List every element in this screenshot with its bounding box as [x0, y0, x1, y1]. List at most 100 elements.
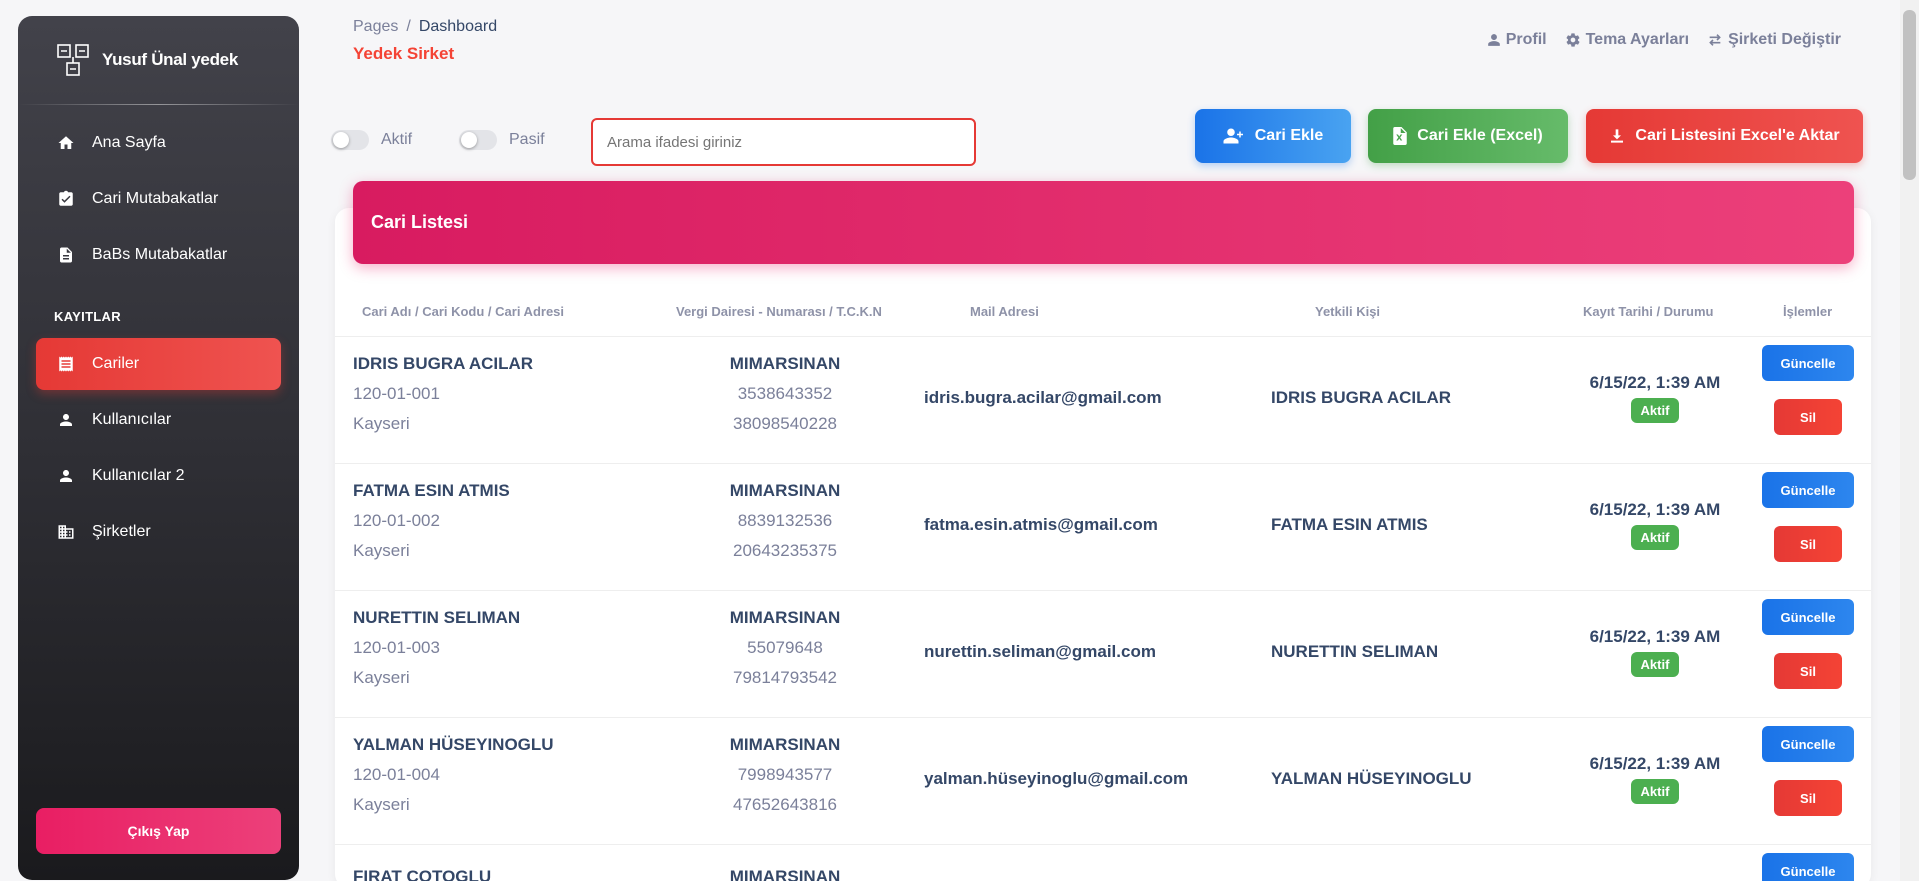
table-row: NURETTIN SELIMAN 120-01-003 Kayseri MIMA…	[335, 590, 1871, 717]
cari-name: FATMA ESIN ATMIS	[353, 481, 510, 500]
sidebar-item-sirketler[interactable]: Şirketler	[36, 506, 281, 558]
breadcrumb: Pages / Dashboard	[353, 18, 497, 36]
passive-toggle[interactable]: Pasif	[459, 130, 545, 150]
export-excel-button[interactable]: Cari Listesini Excel'e Aktar	[1586, 109, 1863, 163]
update-button[interactable]: Güncelle	[1762, 599, 1854, 635]
page-scrollbar[interactable]	[1900, 0, 1919, 881]
status-badge: Aktif	[1630, 779, 1680, 804]
registration-date: 6/15/22, 1:39 AM	[1589, 373, 1721, 392]
add-cari-button[interactable]: Cari Ekle	[1195, 109, 1351, 163]
sidebar-item-label: Kullanıcılar	[92, 411, 172, 428]
sidebar: Yusuf Ünal yedek Ana Sayfa Cari Mutabaka…	[18, 16, 299, 880]
sidebar-item-ana-sayfa[interactable]: Ana Sayfa	[36, 117, 281, 169]
add-cari-excel-label: Cari Ekle (Excel)	[1417, 127, 1543, 144]
mail-address: yalman.hüseyinoglu@gmail.com	[924, 769, 1189, 788]
active-switch[interactable]	[331, 130, 369, 150]
card-header: Cari Listesi	[353, 181, 1854, 264]
update-button[interactable]: Güncelle	[1762, 345, 1854, 381]
cari-info: YALMAN HÜSEYINOGLU 120-01-004 Kayseri	[353, 730, 554, 820]
cari-info: FATMA ESIN ATMIS 120-01-002 Kayseri	[353, 476, 510, 566]
contact-person: NURETTIN SELIMAN	[1271, 642, 1439, 661]
swap-arrows-icon	[1709, 34, 1721, 46]
sidebar-item-babs-mutabakatlar[interactable]: BaBs Mutabakatlar	[36, 229, 281, 281]
tax-info: MIMARSINAN 3538643352 38098540228	[675, 349, 895, 439]
tckn: 38098540228	[732, 414, 837, 433]
brand-name: Yusuf Ünal yedek	[102, 50, 238, 69]
sidebar-item-label: Cari Mutabakatlar	[92, 190, 219, 207]
user-icon	[56, 466, 76, 486]
user-icon	[1487, 34, 1500, 46]
tax-info: MIMARSINAN 8839132536 20643235375	[675, 476, 895, 566]
breadcrumb-separator: /	[406, 18, 411, 35]
building-icon	[56, 522, 76, 542]
add-cari-excel-button[interactable]: Cari Ekle (Excel)	[1368, 109, 1568, 163]
date-status: 6/15/22, 1:39 AM Aktif	[1555, 500, 1755, 550]
sidebar-item-label: BaBs Mutabakatlar	[92, 246, 228, 263]
update-button[interactable]: Güncelle	[1762, 853, 1854, 881]
profile-link[interactable]: Profil	[1487, 31, 1547, 49]
sidebar-item-label: Şirketler	[92, 523, 151, 540]
table-row: YALMAN HÜSEYINOGLU 120-01-004 Kayseri MI…	[335, 717, 1871, 844]
tax-info: MIMARSINAN 55079648 79814793542	[675, 603, 895, 693]
profile-link-label: Profil	[1505, 31, 1547, 48]
contact-person: YALMAN HÜSEYINOGLU	[1271, 769, 1472, 788]
document-icon	[56, 245, 76, 265]
tckn: 79814793542	[732, 668, 837, 687]
cari-address: Kayseri	[353, 414, 410, 433]
status-badge: Aktif	[1630, 398, 1680, 423]
cari-address: Kayseri	[353, 795, 410, 814]
clipboard-check-icon	[56, 189, 76, 209]
theme-settings-link[interactable]: Tema Ayarları	[1565, 31, 1689, 49]
scrollbar-thumb[interactable]	[1903, 10, 1916, 180]
column-header-mail: Mail Adresi	[970, 304, 1039, 319]
column-header-name: Cari Adı / Cari Kodu / Cari Adresi	[362, 304, 565, 319]
breadcrumb-root[interactable]: Pages	[353, 18, 398, 35]
passive-toggle-label: Pasif	[509, 131, 545, 148]
tax-number: 55079648	[747, 638, 823, 657]
table-row: FATMA ESIN ATMIS 120-01-002 Kayseri MIMA…	[335, 463, 1871, 590]
mail-address: fatma.esin.atmis@gmail.com	[924, 515, 1158, 534]
sidebar-item-cari-mutabakatlar[interactable]: Cari Mutabakatlar	[36, 173, 281, 225]
sidebar-item-kullanicilar-2[interactable]: Kullanıcılar 2	[36, 450, 281, 502]
update-button[interactable]: Güncelle	[1762, 726, 1854, 762]
search-input[interactable]	[591, 118, 976, 166]
column-header-ops: İşlemler	[1783, 304, 1833, 319]
logout-button[interactable]: Çıkış Yap	[36, 808, 281, 854]
registration-date: 6/15/22, 1:39 AM	[1589, 754, 1721, 773]
delete-button[interactable]: Sil	[1774, 526, 1842, 562]
status-badge: Aktif	[1630, 652, 1680, 677]
card-title: Cari Listesi	[371, 212, 469, 232]
active-toggle[interactable]: Aktif	[331, 130, 412, 150]
tax-number: 7998943577	[737, 765, 833, 784]
brand[interactable]: Yusuf Ünal yedek	[18, 16, 299, 104]
tax-office: MIMARSINAN	[729, 354, 841, 373]
cari-info: NURETTIN SELIMAN 120-01-003 Kayseri	[353, 603, 520, 693]
date-status: 6/15/22, 1:39 AM Aktif	[1555, 373, 1755, 423]
column-header-tax: Vergi Dairesi - Numarası / T.C.K.N	[676, 304, 882, 319]
delete-button[interactable]: Sil	[1774, 780, 1842, 816]
contact-person: FATMA ESIN ATMIS	[1271, 515, 1428, 534]
download-icon	[1611, 129, 1624, 143]
delete-button[interactable]: Sil	[1774, 399, 1842, 435]
passive-switch[interactable]	[459, 130, 497, 150]
update-button[interactable]: Güncelle	[1762, 472, 1854, 508]
cari-info: IDRIS BUGRA ACILAR 120-01-001 Kayseri	[353, 349, 533, 439]
cari-address: Kayseri	[353, 541, 410, 560]
sidebar-item-label: Ana Sayfa	[92, 134, 166, 151]
table-row: IDRIS BUGRA ACILAR 120-01-001 Kayseri MI…	[335, 336, 1871, 463]
switch-company-link[interactable]: Şirketi Değiştir	[1707, 31, 1841, 49]
sidebar-item-label: Kullanıcılar 2	[92, 467, 185, 484]
cari-name: FIRAT COTOGLU	[353, 867, 492, 881]
cari-address: Kayseri	[353, 668, 410, 687]
sidebar-section-title: KAYITLAR	[54, 309, 121, 324]
sidebar-item-kullanicilar[interactable]: Kullanıcılar	[36, 394, 281, 446]
delete-button[interactable]: Sil	[1774, 653, 1842, 689]
cari-name: NURETTIN SELIMAN	[353, 608, 521, 627]
breadcrumb-current: Dashboard	[418, 18, 498, 35]
add-cari-label: Cari Ekle	[1254, 127, 1324, 144]
date-status: 6/15/22, 1:39 AM Aktif	[1555, 754, 1755, 804]
sidebar-item-cariler[interactable]: Cariler	[36, 338, 281, 390]
user-icon	[56, 410, 76, 430]
tax-info: MIMARSINAN 7998943577 47652643816	[675, 730, 895, 820]
switch-company-label: Şirketi Değiştir	[1728, 31, 1841, 48]
